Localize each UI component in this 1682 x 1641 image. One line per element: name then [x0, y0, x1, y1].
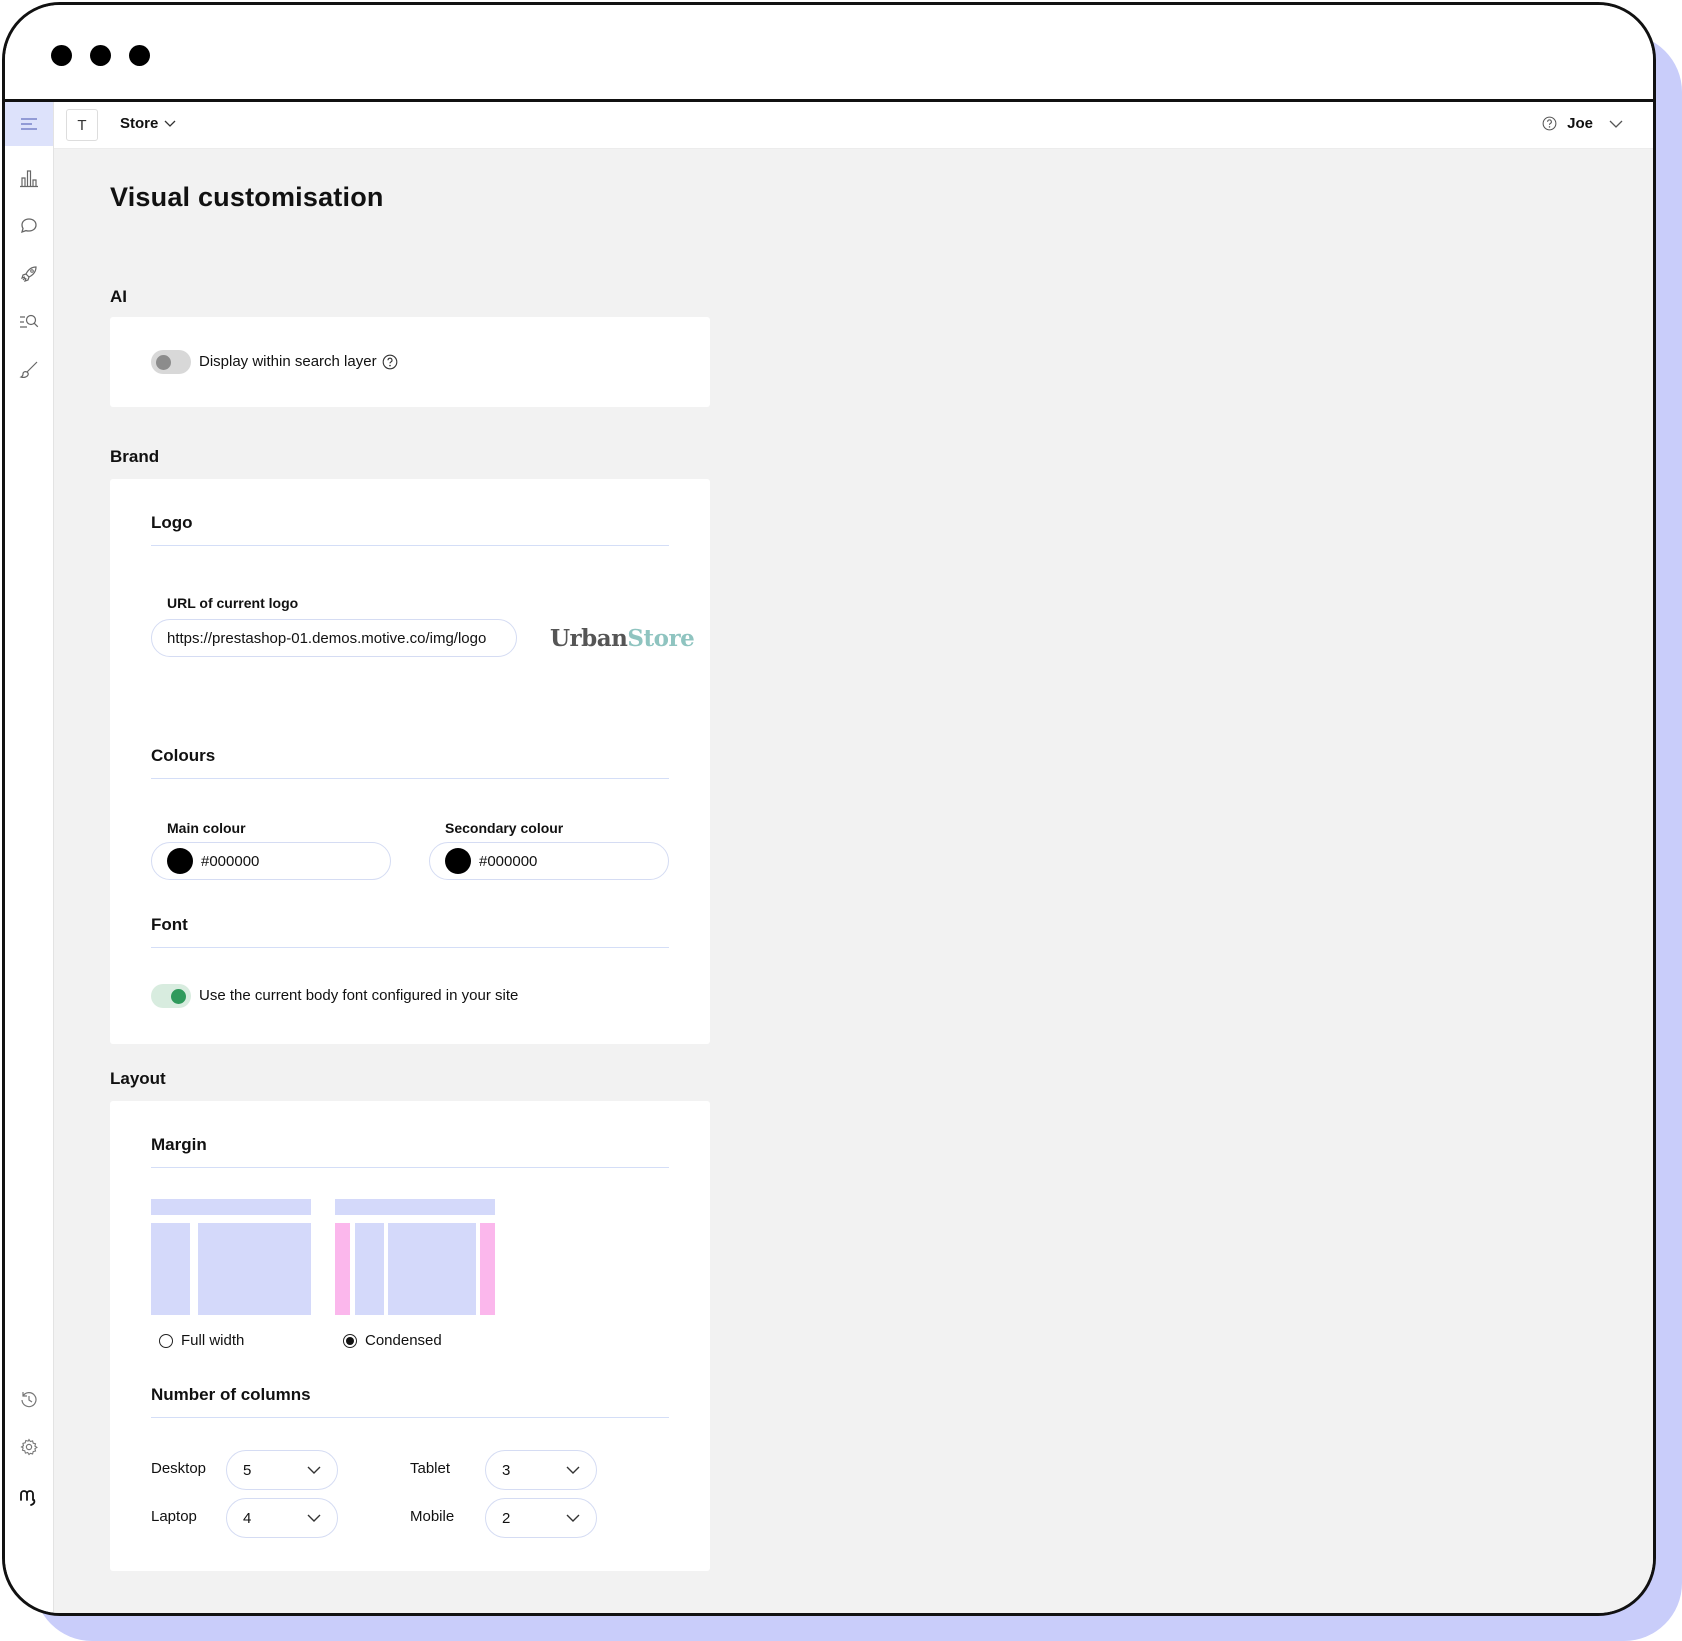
sidebar-item-boost[interactable]	[5, 252, 53, 296]
preview-header-block	[335, 1199, 495, 1215]
radio-circle[interactable]	[159, 1333, 173, 1348]
preview-margin-right	[480, 1223, 495, 1315]
window-minimize-dot[interactable]	[90, 45, 111, 66]
help-icon[interactable]	[1542, 116, 1557, 131]
preview-content-block	[198, 1223, 311, 1315]
columns-tablet-select[interactable]: 3	[485, 1450, 597, 1490]
margin-option-label: Full width	[181, 1332, 245, 1349]
chevron-down-icon	[566, 1514, 580, 1522]
chevron-down-icon	[307, 1514, 321, 1522]
brand-logo-icon	[20, 1490, 36, 1506]
secondary-colour-swatch[interactable]	[445, 848, 471, 874]
chevron-down-icon	[307, 1466, 321, 1474]
columns-tablet-label: Tablet	[410, 1460, 451, 1477]
secondary-colour-label: Secondary colour	[445, 820, 564, 836]
chart-icon	[20, 170, 38, 188]
layout-card: Margin Full width Condensed Number of co…	[110, 1101, 710, 1571]
sidebar-item-history[interactable]	[5, 1378, 53, 1422]
brand-card: Logo URL of current logo https://prestas…	[110, 479, 710, 1044]
history-icon	[21, 1392, 37, 1408]
workspace-badge[interactable]: T	[66, 109, 98, 141]
columns-laptop-select[interactable]: 4	[226, 1498, 338, 1538]
chevron-down-icon	[164, 120, 176, 127]
logo-preview-part1: Urban	[550, 625, 628, 652]
chevron-down-icon	[566, 1466, 580, 1474]
main-colour-swatch[interactable]	[167, 848, 193, 874]
preview-content-block	[388, 1223, 476, 1315]
columns-desktop-select[interactable]: 5	[226, 1450, 338, 1490]
sidebar-item-settings[interactable]	[5, 1425, 53, 1469]
secondary-colour-value: #000000	[479, 852, 538, 870]
search-list-icon	[20, 314, 39, 328]
user-menu[interactable]: Joe	[1542, 115, 1623, 132]
logo-heading: Logo	[151, 513, 669, 546]
columns-mobile-select[interactable]: 2	[485, 1498, 597, 1538]
logo-url-label: URL of current logo	[167, 595, 299, 611]
columns-mobile-label: Mobile	[410, 1508, 455, 1525]
margin-option-full-width[interactable]: Full width	[159, 1332, 244, 1349]
sidebar-item-search[interactable]	[5, 300, 53, 344]
main-colour-label: Main colour	[167, 820, 246, 836]
columns-laptop-value: 4	[243, 1509, 252, 1527]
page-title: Visual customisation	[110, 182, 384, 212]
columns-desktop-label: Desktop	[151, 1460, 207, 1477]
window-maximize-dot[interactable]	[129, 45, 150, 66]
window-close-dot[interactable]	[51, 45, 72, 66]
section-label-layout: Layout	[110, 1069, 166, 1088]
sidebar	[5, 102, 54, 1613]
columns-desktop-value: 5	[243, 1461, 252, 1479]
preview-margin-left	[335, 1223, 350, 1315]
ai-toggle-label: Display within search layer	[199, 353, 377, 370]
brand-logo	[5, 1474, 53, 1518]
rocket-icon	[21, 266, 37, 282]
ai-card: Display within search layer	[110, 317, 710, 407]
toggle-knob	[171, 989, 186, 1004]
main-colour-input[interactable]: #000000	[151, 842, 391, 880]
gear-icon	[20, 1438, 38, 1456]
brush-icon	[19, 361, 38, 378]
store-selector-label: Store	[120, 115, 159, 132]
main-content: Visual customisation AI Display within s…	[54, 149, 1653, 1613]
logo-preview: UrbanStore	[550, 625, 695, 652]
preview-sidebar-block	[355, 1223, 384, 1315]
sidebar-menu-toggle[interactable]	[5, 102, 53, 146]
logo-url-input[interactable]: https://prestashop-01.demos.motive.co/im…	[151, 619, 517, 657]
app-window: T Store Joe Visual customisation AI Disp…	[2, 2, 1656, 1616]
sidebar-item-chat[interactable]	[5, 204, 53, 248]
window-titlebar	[5, 5, 1653, 102]
columns-mobile-value: 2	[502, 1509, 511, 1527]
sidebar-item-customisation[interactable]	[5, 348, 53, 392]
body-font-toggle[interactable]	[151, 984, 191, 1008]
sidebar-item-analytics[interactable]	[5, 156, 53, 200]
ai-search-layer-toggle[interactable]	[151, 350, 191, 374]
colours-heading: Colours	[151, 746, 669, 779]
preview-header-block	[151, 1199, 311, 1215]
margin-option-condensed[interactable]: Condensed	[343, 1332, 442, 1349]
margin-option-label: Condensed	[365, 1332, 442, 1349]
logo-preview-part2: Store	[627, 625, 695, 652]
columns-laptop-label: Laptop	[151, 1508, 197, 1525]
store-selector[interactable]: Store	[120, 115, 176, 132]
help-icon[interactable]	[382, 354, 398, 370]
margin-heading: Margin	[151, 1135, 669, 1168]
logo-url-value: https://prestashop-01.demos.motive.co/im…	[167, 629, 487, 647]
user-name: Joe	[1567, 115, 1593, 132]
radio-circle[interactable]	[343, 1333, 357, 1348]
section-label-brand: Brand	[110, 447, 160, 466]
chevron-down-icon	[1609, 120, 1623, 128]
columns-tablet-value: 3	[502, 1461, 511, 1479]
body-font-toggle-label: Use the current body font configured in …	[199, 987, 519, 1004]
columns-heading: Number of columns	[151, 1385, 669, 1418]
radio-dot	[346, 1336, 354, 1345]
toggle-knob	[156, 355, 171, 370]
secondary-colour-input[interactable]: #000000	[429, 842, 669, 880]
top-bar: T Store Joe	[54, 102, 1653, 149]
menu-icon	[21, 118, 37, 130]
preview-sidebar-block	[151, 1223, 190, 1315]
main-colour-value: #000000	[201, 852, 260, 870]
font-heading: Font	[151, 915, 669, 948]
section-label-ai: AI	[110, 287, 127, 306]
chat-icon	[21, 218, 37, 234]
